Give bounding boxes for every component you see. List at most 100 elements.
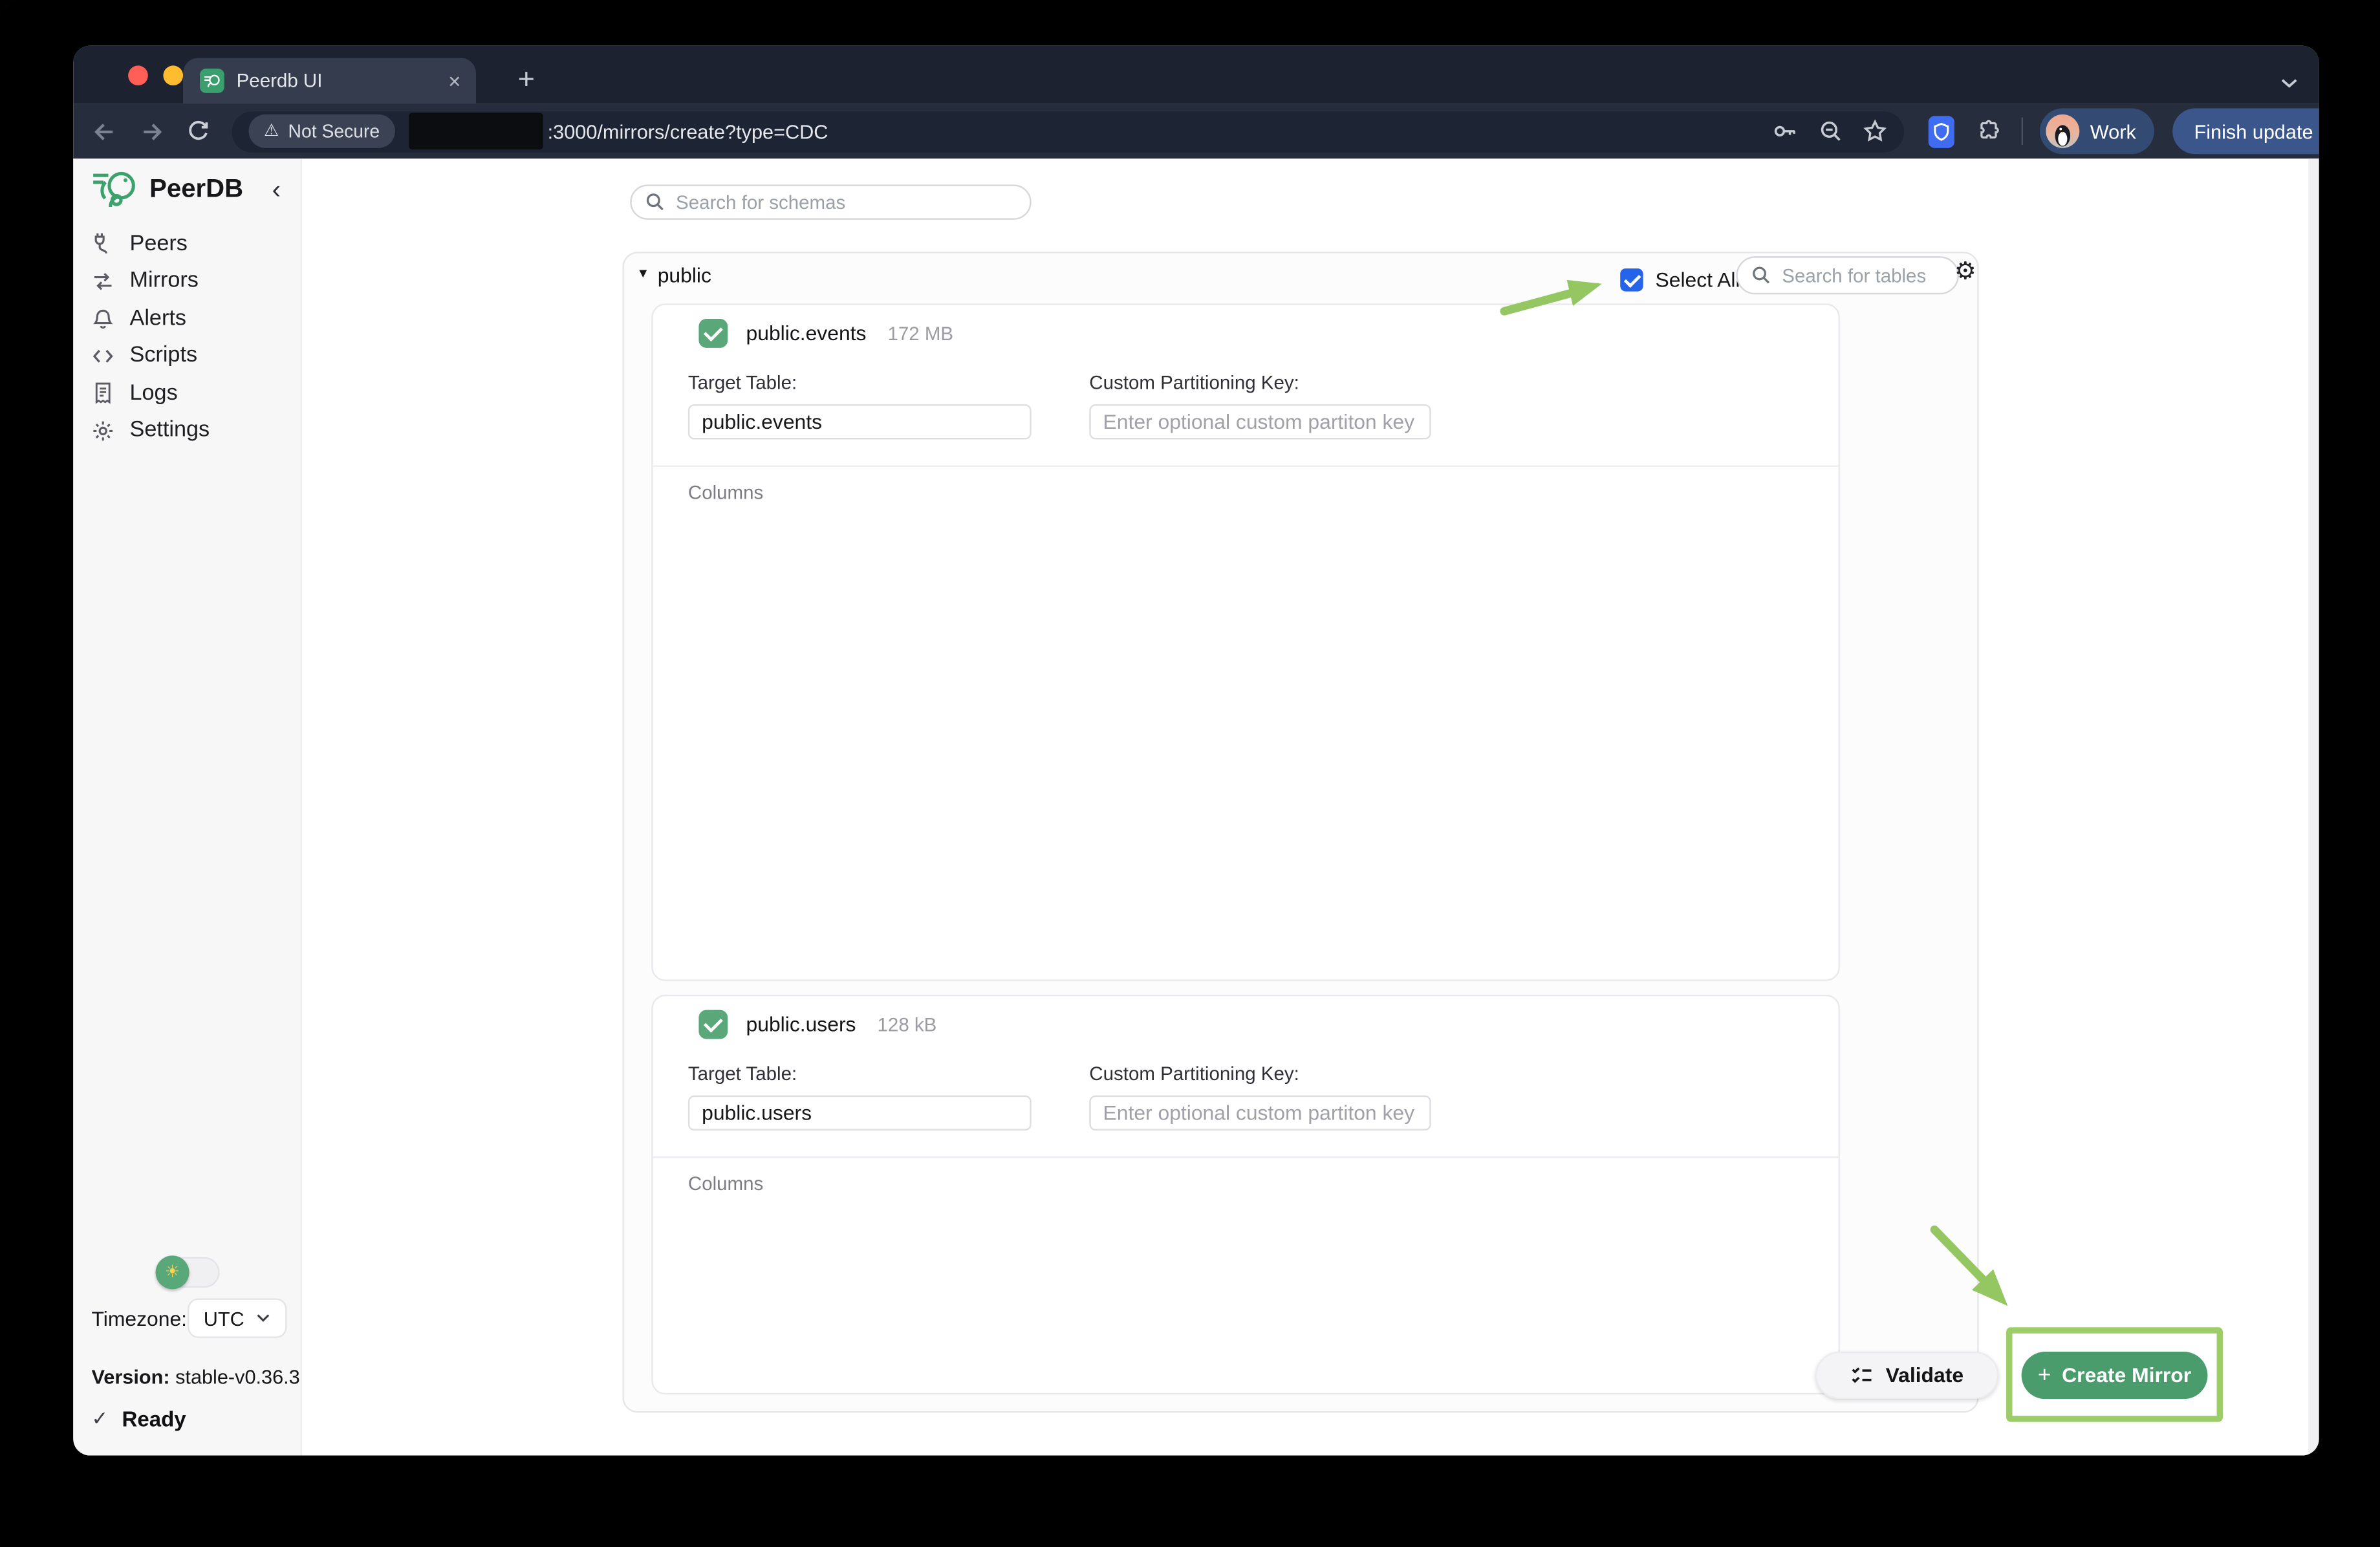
columns-heading: Columns xyxy=(688,482,763,503)
create-mirror-label: Create Mirror xyxy=(2062,1364,2191,1387)
peerdb-app: PeerDB ‹ Peers Mirrors xyxy=(73,158,2319,1455)
plus-icon: + xyxy=(2038,1364,2051,1387)
password-key-icon[interactable] xyxy=(1773,119,1799,144)
security-badge-label: Not Secure xyxy=(288,120,380,142)
partition-key-input[interactable] xyxy=(1089,404,1431,439)
validate-button[interactable]: Validate xyxy=(1815,1352,1998,1399)
check-icon: ✓ xyxy=(92,1407,109,1431)
select-all[interactable]: Select All xyxy=(1620,268,1740,291)
bookmark-star-icon[interactable] xyxy=(1863,119,1887,144)
partition-key-label: Custom Partitioning Key: xyxy=(1089,373,1431,394)
target-table-input[interactable] xyxy=(688,1096,1032,1130)
sidebar-item-label: Logs xyxy=(130,381,178,406)
brand[interactable]: PeerDB xyxy=(92,168,244,209)
bell-icon xyxy=(92,307,114,330)
table-size: 128 kB xyxy=(878,1014,937,1035)
sidebar-item-label: Scripts xyxy=(130,343,198,368)
create-mirror-button[interactable]: + Create Mirror xyxy=(2022,1352,2208,1399)
new-tab-button[interactable]: + xyxy=(503,58,549,104)
columns-heading: Columns xyxy=(688,1173,763,1195)
theme-toggle-knob[interactable]: ☀ xyxy=(156,1255,189,1289)
forward-icon[interactable] xyxy=(139,118,165,144)
redacted-host xyxy=(409,113,543,150)
shield-extension-icon[interactable] xyxy=(1929,115,1954,147)
cable-icon xyxy=(92,232,114,255)
profile-label: Work xyxy=(2090,120,2136,142)
finish-update-button[interactable]: Finish update ⋮ xyxy=(2172,108,2319,154)
table-checkbox[interactable] xyxy=(698,1010,728,1039)
select-all-label: Select All xyxy=(1655,268,1740,291)
version-value: stable-v0.36.3 xyxy=(175,1365,300,1388)
version-text: Version: stable-v0.36.3 xyxy=(92,1365,300,1388)
scrollbar[interactable] xyxy=(2308,158,2319,1455)
table-card-public-users: public.users 128 kB Target Table: Custom… xyxy=(651,995,1840,1394)
finish-update-label: Finish update xyxy=(2194,120,2313,142)
warning-icon: ⚠ xyxy=(264,123,279,140)
arrows-left-right-icon xyxy=(92,270,114,292)
address-bar[interactable]: ⚠ Not Secure :3000/mirrors/create?type=C… xyxy=(232,111,1904,152)
table-search-input[interactable] xyxy=(1782,265,1957,286)
sidebar-item-label: Peers xyxy=(130,231,188,255)
minimize-window-button[interactable] xyxy=(162,65,182,85)
toolbar-separator xyxy=(2022,118,2023,145)
schema-search[interactable] xyxy=(630,184,1031,219)
schema-search-input[interactable] xyxy=(676,191,1030,213)
browser-tab[interactable]: Peerdb UI × xyxy=(183,58,476,104)
table-checkbox[interactable] xyxy=(698,319,728,348)
extensions-puzzle-icon[interactable] xyxy=(1976,118,2002,144)
tab-search-chevron-icon[interactable] xyxy=(2281,69,2298,96)
close-window-button[interactable] xyxy=(127,65,147,85)
partition-key-input[interactable] xyxy=(1089,1096,1431,1130)
peerdb-logo-icon xyxy=(92,168,139,209)
avatar xyxy=(2046,114,2079,148)
theme-toggle[interactable]: ☀ xyxy=(156,1257,220,1288)
sidebar-item-label: Mirrors xyxy=(130,268,199,293)
sidebar-item-mirrors[interactable]: Mirrors xyxy=(92,270,210,292)
timezone-select[interactable]: UTC xyxy=(187,1298,287,1337)
sidebar-item-scripts[interactable]: Scripts xyxy=(92,345,210,367)
sun-icon: ☀ xyxy=(165,1264,180,1281)
table-search[interactable] xyxy=(1736,256,1959,294)
table-header: public.events 172 MB xyxy=(698,319,953,348)
table-settings-gear-icon[interactable]: ⚙ xyxy=(1954,256,1976,290)
divider xyxy=(653,1156,1839,1158)
caret-down-icon[interactable]: ▾ xyxy=(639,265,647,282)
back-icon[interactable] xyxy=(92,118,118,144)
tab-title: Peerdb UI xyxy=(237,70,448,92)
target-table-label: Target Table: xyxy=(688,1063,1032,1085)
zoom-out-icon[interactable] xyxy=(1819,119,1843,144)
timezone-label: Timezone: xyxy=(92,1306,188,1329)
schema-name[interactable]: public xyxy=(658,264,711,287)
url-text: :3000/mirrors/create?type=CDC xyxy=(548,120,828,142)
profile-chip[interactable]: Work xyxy=(2040,108,2154,154)
gear-icon xyxy=(92,420,114,442)
browser-window: Peerdb UI × + ⚠ xyxy=(73,46,2319,1456)
partition-key-field: Custom Partitioning Key: xyxy=(1089,373,1431,440)
partition-key-label: Custom Partitioning Key: xyxy=(1089,1063,1431,1085)
table-size: 172 MB xyxy=(887,323,953,344)
target-table-label: Target Table: xyxy=(688,373,1032,394)
sidebar-item-alerts[interactable]: Alerts xyxy=(92,307,210,330)
sidebar-item-peers[interactable]: Peers xyxy=(92,232,210,255)
divider xyxy=(653,465,1839,466)
select-all-checkbox[interactable] xyxy=(1620,268,1643,291)
sidebar: PeerDB ‹ Peers Mirrors xyxy=(73,158,302,1455)
tab-close-icon[interactable]: × xyxy=(448,70,460,92)
sidebar-item-label: Settings xyxy=(130,418,210,443)
reload-icon[interactable] xyxy=(186,119,211,144)
sidebar-item-logs[interactable]: Logs xyxy=(92,382,210,405)
status-label: Ready xyxy=(122,1407,186,1431)
sidebar-item-settings[interactable]: Settings xyxy=(92,420,210,442)
screen: Peerdb UI × + ⚠ xyxy=(0,0,2380,1547)
tab-strip: Peerdb UI × + xyxy=(73,46,2319,104)
table-card-public-events: public.events 172 MB Target Table: Custo… xyxy=(651,303,1840,980)
target-table-input[interactable] xyxy=(688,404,1032,439)
security-badge[interactable]: ⚠ Not Secure xyxy=(249,114,395,148)
target-table-field: Target Table: xyxy=(688,373,1032,440)
sidebar-collapse-icon[interactable]: ‹ xyxy=(272,177,281,203)
table-name: public.users xyxy=(746,1013,856,1035)
version-label: Version: xyxy=(92,1365,170,1388)
sidebar-item-label: Alerts xyxy=(130,306,186,330)
checklist-icon xyxy=(1850,1364,1873,1387)
table-name: public.events xyxy=(746,322,867,345)
